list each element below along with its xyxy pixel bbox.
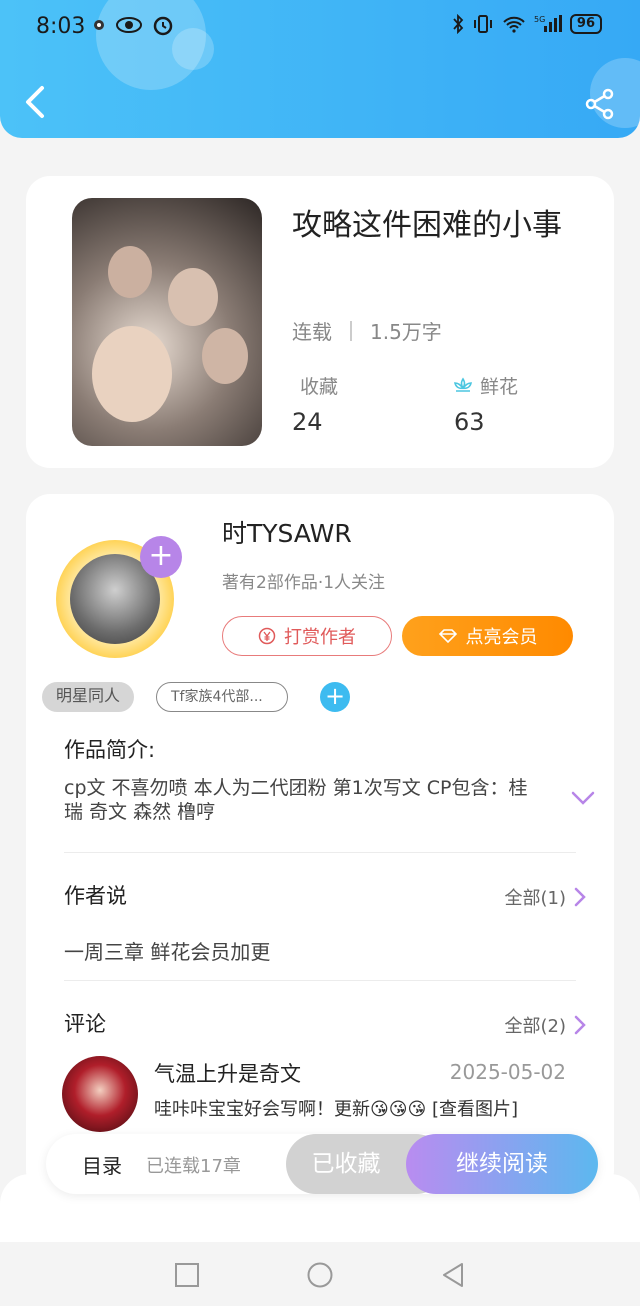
book-info-card: 攻略这件困难的小事 连载 1.5万字 收藏 24 鲜花 63	[26, 176, 614, 468]
book-status: 连载	[292, 320, 332, 344]
status-left-icons	[92, 14, 174, 36]
author-name[interactable]: 时TYSAWR	[222, 514, 352, 550]
status-right-icons: 5G 96	[452, 14, 602, 34]
chapter-count: 已连载17章	[146, 1156, 241, 1177]
favorited-label: 已收藏	[311, 1151, 381, 1177]
follow-author-button[interactable]: +	[140, 536, 182, 578]
continue-reading-button[interactable]: 继续阅读	[406, 1134, 598, 1194]
bottom-action-bar: 目录 已连载17章 已收藏 继续阅读	[46, 1134, 598, 1194]
author-says-all-link[interactable]: 全部(1)	[505, 884, 587, 910]
book-title: 攻略这件困难的小事	[292, 208, 562, 243]
status-bar: 8:03 5G 96	[0, 0, 640, 56]
comment-text[interactable]: 哇咔咔宝宝好会写啊！更新😘😘😘 [查看图片]	[154, 1098, 574, 1134]
wifi-icon	[503, 16, 525, 33]
bluetooth-icon	[453, 14, 464, 34]
app-notification-icon	[94, 20, 104, 30]
tip-author-button[interactable]: 打赏作者	[222, 616, 392, 656]
author-subtitle: 著有2部作品·1人关注	[222, 573, 386, 593]
tag-item[interactable]: Tf家族4代部...	[156, 682, 288, 712]
section-divider	[64, 852, 576, 853]
book-meta: 连载 1.5万字	[292, 316, 442, 345]
cover-figure	[202, 328, 248, 384]
intro-text: cp文 不喜勿喷 本人为二代团粉 第1次写文 CP包含：桂瑞 奇文 森然 橹哼	[64, 777, 528, 823]
comments-all-link[interactable]: 全部(2)	[505, 1012, 587, 1038]
commenter-avatar[interactable]	[62, 1056, 138, 1132]
share-icon[interactable]	[584, 88, 616, 120]
home-circle-icon[interactable]	[305, 1260, 335, 1290]
cover-figure	[108, 246, 152, 298]
commenter-name[interactable]: 气温上升是奇文	[154, 1058, 301, 1088]
flower-icon	[453, 377, 473, 392]
cover-figure	[168, 268, 218, 326]
top-header: 8:03 5G 96	[0, 0, 640, 138]
book-cover-image[interactable]	[72, 198, 262, 446]
flowers-label: 鲜花	[480, 376, 519, 398]
battery-indicator: 96	[569, 14, 602, 34]
section-divider	[64, 980, 576, 981]
flowers-count: 63	[454, 408, 485, 436]
activate-vip-button[interactable]: 点亮会员	[402, 616, 573, 656]
chevron-right-icon	[574, 1015, 586, 1035]
activate-vip-label: 点亮会员	[465, 627, 538, 648]
author-detail-card: + 时TYSAWR 著有2部作品·1人关注 打赏作者 点亮会员 明星同人 Tf家…	[26, 494, 614, 1194]
vibrate-icon	[473, 15, 492, 33]
back-arrow-icon[interactable]	[20, 84, 50, 120]
table-of-contents-button[interactable]: 目录	[82, 1150, 122, 1179]
author-says-all-label: 全部(1)	[504, 888, 567, 909]
yen-coin-icon	[258, 627, 276, 645]
add-tag-button[interactable]: +	[320, 682, 350, 712]
comments-all-label: 全部(2)	[504, 1016, 567, 1037]
eye-icon	[116, 17, 142, 33]
chevron-right-icon	[574, 887, 586, 907]
svg-text:5G: 5G	[534, 15, 545, 24]
book-word-count: 1.5万字	[370, 320, 442, 344]
author-says-text: 一周三章 鲜花会员加更	[64, 940, 271, 964]
author-says-heading: 作者说	[64, 884, 127, 908]
favorites-count: 24	[292, 408, 323, 436]
recents-square-icon[interactable]	[172, 1260, 202, 1290]
intro-heading: 作品简介:	[64, 738, 156, 762]
back-triangle-icon[interactable]	[438, 1260, 468, 1290]
cellular-signal-icon: 5G	[534, 15, 562, 32]
diamond-icon	[438, 629, 457, 644]
tag-item[interactable]: 明星同人	[42, 682, 135, 712]
status-time: 8:03	[36, 14, 86, 39]
comments-heading: 评论	[64, 1012, 106, 1036]
tip-author-label: 打赏作者	[284, 627, 356, 648]
expand-chevron-down-icon[interactable]	[570, 790, 596, 806]
system-nav-bar	[0, 1242, 640, 1306]
favorites-label: 收藏	[300, 376, 339, 398]
alarm-icon	[153, 16, 173, 36]
meta-divider	[350, 320, 352, 341]
cover-figure	[92, 326, 172, 422]
flowers-stat[interactable]: 鲜花	[452, 372, 518, 399]
comment-date: 2025-05-02	[449, 1060, 566, 1084]
